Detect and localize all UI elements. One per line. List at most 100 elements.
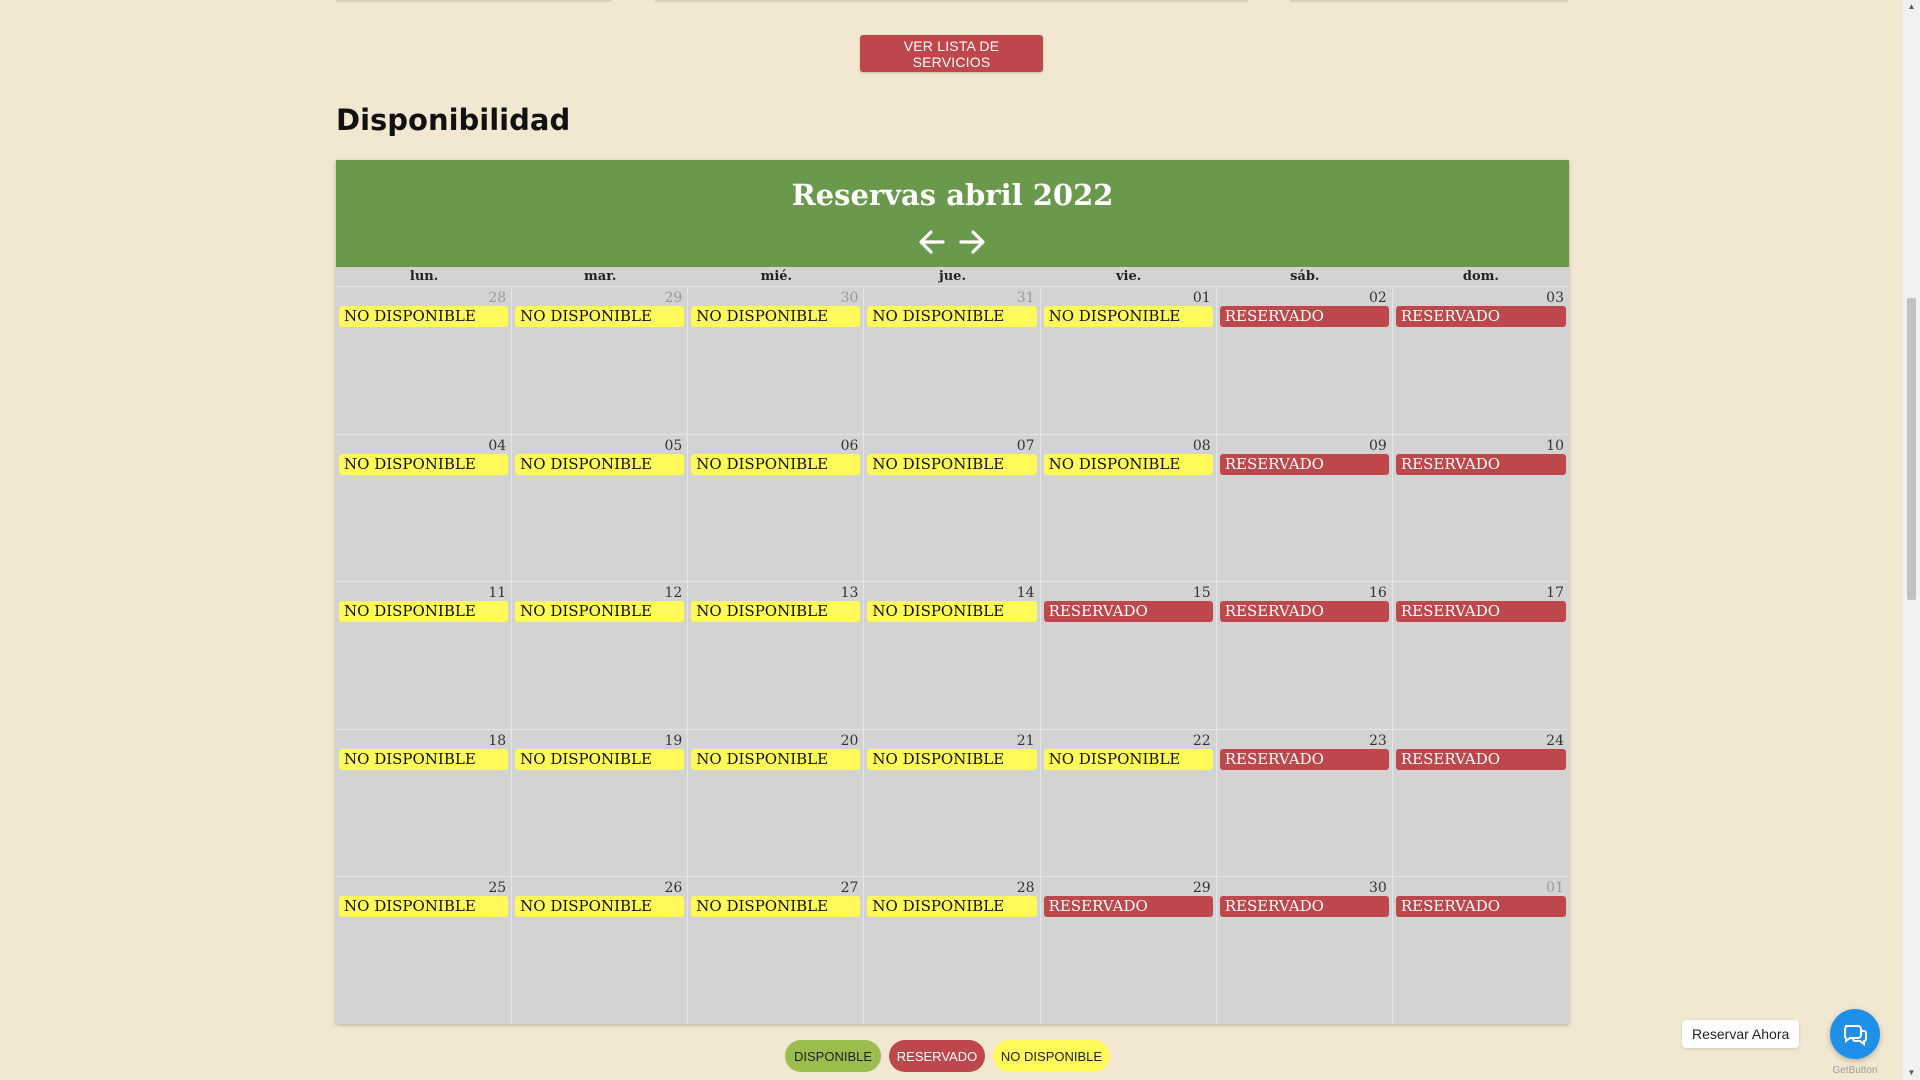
calendar-day-cell[interactable]: 30 RESERVADO [1216, 876, 1393, 1024]
calendar-day-cell[interactable]: 29 NO DISPONIBLE [512, 286, 689, 434]
calendar-day-cell[interactable]: 14 NO DISPONIBLE [864, 581, 1041, 729]
status-badge-unavailable[interactable]: NO DISPONIBLE [339, 896, 509, 918]
status-badge-unavailable[interactable]: NO DISPONIBLE [1043, 306, 1213, 327]
day-number: 09 [1369, 437, 1387, 454]
scroll-up-icon[interactable]: ▲ [1907, 3, 1916, 11]
prev-month-button[interactable] [916, 226, 948, 258]
calendar-day-cell[interactable]: 04 NO DISPONIBLE [336, 433, 513, 582]
status-badge-reserved[interactable]: RESERVADO [1219, 748, 1389, 770]
status-badge-reserved[interactable]: RESERVADO [1219, 306, 1389, 327]
calendar-day-cell[interactable]: 20 NO DISPONIBLE [688, 728, 865, 877]
day-number: 01 [1546, 880, 1564, 897]
day-number: 14 [1016, 585, 1035, 602]
status-badge-reserved[interactable]: RESERVADO [1043, 896, 1213, 918]
calendar-day-cell[interactable]: 30 NO DISPONIBLE [688, 286, 865, 434]
status-badge-unavailable[interactable]: NO DISPONIBLE [515, 601, 685, 623]
status-badge-unavailable[interactable]: NO DISPONIBLE [867, 896, 1037, 918]
status-badge-unavailable[interactable]: NO DISPONIBLE [867, 601, 1037, 623]
calendar-day-cell[interactable]: 11 NO DISPONIBLE [336, 581, 513, 729]
calendar-day-cell[interactable]: 26 NO DISPONIBLE [512, 876, 689, 1024]
status-badge-unavailable[interactable]: NO DISPONIBLE [867, 748, 1037, 770]
day-number: 17 [1546, 585, 1564, 602]
calendar-day-cell[interactable]: 24 RESERVADO [1392, 728, 1569, 877]
status-badge-reserved[interactable]: RESERVADO [1219, 896, 1389, 918]
status-badge-reserved[interactable]: RESERVADO [1043, 601, 1213, 623]
calendar-day-cell[interactable]: 02 RESERVADO [1216, 286, 1393, 434]
day-number: 30 [1369, 880, 1387, 897]
legend-reserved: RESERVADO [889, 1040, 985, 1072]
calendar-day-cell[interactable]: 28 NO DISPONIBLE [864, 876, 1041, 1024]
chat-button[interactable] [1830, 1009, 1880, 1059]
status-badge-unavailable[interactable]: NO DISPONIBLE [691, 601, 861, 623]
day-number: 18 [488, 732, 507, 749]
calendar-day-cell[interactable]: 21 NO DISPONIBLE [864, 728, 1041, 877]
status-badge-unavailable[interactable]: NO DISPONIBLE [339, 306, 509, 327]
day-number: 25 [488, 880, 507, 897]
status-badge-reserved[interactable]: RESERVADO [1395, 748, 1566, 770]
calendar-day-cell[interactable]: 01 RESERVADO [1392, 876, 1569, 1024]
calendar-day-cell[interactable]: 03 RESERVADO [1392, 286, 1569, 434]
status-badge-unavailable[interactable]: NO DISPONIBLE [339, 601, 509, 623]
status-badge-unavailable[interactable]: NO DISPONIBLE [1043, 748, 1213, 770]
day-number: 21 [1016, 732, 1035, 749]
calendar-day-cell[interactable]: 06 NO DISPONIBLE [688, 433, 865, 582]
status-badge-unavailable[interactable]: NO DISPONIBLE [515, 748, 685, 770]
previous-content-edge [1290, 0, 1568, 2]
calendar-day-cell[interactable]: 10 RESERVADO [1392, 433, 1569, 582]
calendar-day-cell[interactable]: 07 NO DISPONIBLE [864, 433, 1041, 582]
status-badge-unavailable[interactable]: NO DISPONIBLE [339, 453, 509, 475]
status-badge-unavailable[interactable]: NO DISPONIBLE [515, 896, 685, 918]
weekday-label: vie. [1115, 269, 1142, 284]
status-badge-unavailable[interactable]: NO DISPONIBLE [1043, 453, 1213, 475]
reserve-now-label[interactable]: Reservar Ahora [1682, 1020, 1800, 1048]
weekday-label: mié. [760, 269, 793, 284]
next-month-button[interactable] [956, 226, 988, 258]
calendar-day-cell[interactable]: 05 NO DISPONIBLE [512, 433, 689, 582]
calendar-day-cell[interactable]: 08 NO DISPONIBLE [1040, 433, 1217, 582]
status-badge-unavailable[interactable]: NO DISPONIBLE [515, 453, 685, 475]
day-number: 23 [1369, 732, 1387, 749]
calendar-day-cell[interactable]: 19 NO DISPONIBLE [512, 728, 689, 877]
status-badge-unavailable[interactable]: NO DISPONIBLE [691, 896, 861, 918]
status-badge-unavailable[interactable]: NO DISPONIBLE [867, 306, 1037, 327]
status-badge-unavailable[interactable]: NO DISPONIBLE [867, 453, 1037, 475]
calendar-day-cell[interactable]: 27 NO DISPONIBLE [688, 876, 865, 1024]
calendar-day-cell[interactable]: 25 NO DISPONIBLE [336, 876, 513, 1024]
status-badge-reserved[interactable]: RESERVADO [1219, 453, 1389, 475]
page-scrollbar[interactable]: ▲ ▼ [1903, 0, 1920, 1080]
calendar-day-cell[interactable]: 17 RESERVADO [1392, 581, 1569, 729]
status-badge-unavailable[interactable]: NO DISPONIBLE [691, 748, 861, 770]
status-badge-reserved[interactable]: RESERVADO [1395, 896, 1566, 918]
status-badge-reserved[interactable]: RESERVADO [1219, 601, 1389, 623]
scroll-thumb[interactable] [1907, 298, 1916, 600]
legend-available: DISPONIBLE [785, 1040, 881, 1072]
calendar-day-cell[interactable]: 16 RESERVADO [1216, 581, 1393, 729]
calendar-day-cell[interactable]: 23 RESERVADO [1216, 728, 1393, 877]
status-badge-unavailable[interactable]: NO DISPONIBLE [691, 453, 861, 475]
view-services-button[interactable]: VER LISTA DE SERVICIOS [860, 35, 1043, 72]
status-badge-unavailable[interactable]: NO DISPONIBLE [515, 306, 685, 327]
chat-bubbles-icon [1843, 1025, 1867, 1046]
calendar-day-cell[interactable]: 22 NO DISPONIBLE [1040, 728, 1217, 877]
calendar-day-cell[interactable]: 18 NO DISPONIBLE [336, 728, 513, 877]
calendar-day-cell[interactable]: 28 NO DISPONIBLE [336, 286, 513, 434]
calendar-day-cell[interactable]: 13 NO DISPONIBLE [688, 581, 865, 729]
weekday-label: mar. [584, 269, 617, 284]
calendar-day-cell[interactable]: 15 RESERVADO [1040, 581, 1217, 729]
calendar-day-cell[interactable]: 12 NO DISPONIBLE [512, 581, 689, 729]
status-badge-reserved[interactable]: RESERVADO [1395, 601, 1566, 623]
booking-calendar: Reservas abril 2022 lun. mar. mié. jue. vie.… [336, 160, 1569, 1024]
scroll-down-icon[interactable]: ▼ [1907, 1069, 1916, 1077]
status-badge-reserved[interactable]: RESERVADO [1395, 453, 1566, 475]
calendar-day-cell[interactable]: 09 RESERVADO [1216, 433, 1393, 582]
calendar-day-cell[interactable]: 01 NO DISPONIBLE [1040, 286, 1217, 434]
status-badge-reserved[interactable]: RESERVADO [1395, 306, 1566, 327]
day-number: 10 [1546, 437, 1564, 454]
day-number: 01 [1192, 290, 1211, 306]
day-number: 15 [1192, 585, 1211, 602]
status-badge-unavailable[interactable]: NO DISPONIBLE [691, 306, 861, 327]
calendar-day-cell[interactable]: 31 NO DISPONIBLE [864, 286, 1041, 434]
previous-content-edge [336, 0, 612, 2]
status-badge-unavailable[interactable]: NO DISPONIBLE [339, 748, 509, 770]
calendar-day-cell[interactable]: 29 RESERVADO [1040, 876, 1217, 1024]
